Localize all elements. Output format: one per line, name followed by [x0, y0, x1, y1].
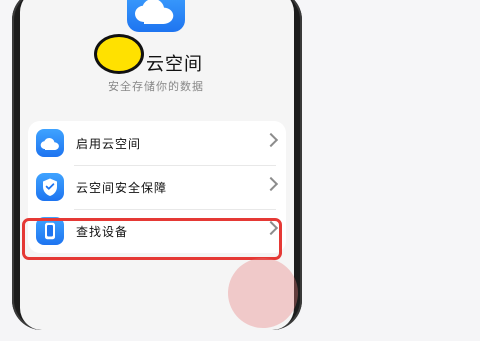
list-item-find-device[interactable]: 查找设备	[28, 209, 286, 253]
page-title: 云空间	[146, 54, 203, 75]
list-item-label: 查找设备	[76, 225, 129, 239]
cloud-app-icon	[127, 0, 185, 32]
page-subtitle: 安全存储你的数据	[108, 80, 204, 93]
settings-list: 启用云空间 云空间安全保障 查找设备	[28, 121, 286, 253]
cloud-icon	[135, 0, 174, 24]
list-item-cloud-security[interactable]: 云空间安全保障	[28, 165, 286, 209]
chevron-right-icon	[263, 176, 279, 192]
yellow-marker	[94, 34, 144, 74]
shield-icon	[36, 173, 64, 201]
chevron-right-icon	[263, 220, 279, 236]
chevron-right-icon	[263, 132, 279, 148]
list-item-label: 云空间安全保障	[76, 181, 168, 195]
cloud-icon	[36, 129, 64, 157]
list-item-enable-cloud[interactable]: 启用云空间	[28, 121, 286, 165]
phone-icon	[36, 217, 64, 245]
list-item-label: 启用云空间	[76, 137, 142, 151]
